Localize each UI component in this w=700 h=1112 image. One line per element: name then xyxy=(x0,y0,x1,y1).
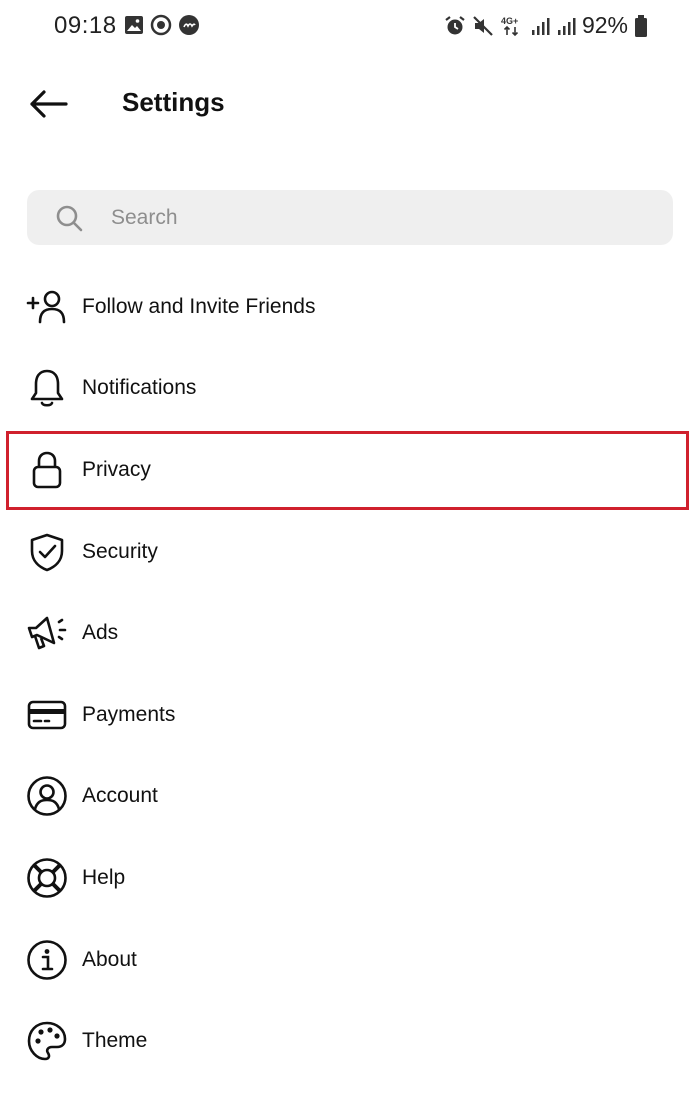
search-input[interactable] xyxy=(109,204,633,231)
menu-item-label: About xyxy=(82,947,137,971)
menu-item-security[interactable]: Security xyxy=(0,511,700,593)
menu-item-follow-invite-friends[interactable]: Follow and Invite Friends xyxy=(0,266,700,348)
menu-item-label: Privacy xyxy=(82,457,151,481)
status-bar: 09:18 4G+ 92% xyxy=(0,0,700,56)
battery-percentage: 92% xyxy=(581,12,628,38)
menu-item-theme[interactable]: Theme xyxy=(0,1000,700,1082)
status-left-icons xyxy=(124,14,200,36)
menu-item-ads[interactable]: Ads xyxy=(0,592,700,674)
menu-item-label: Theme xyxy=(82,1029,148,1053)
mute-icon xyxy=(472,15,494,37)
bell-icon xyxy=(26,367,68,409)
settings-menu: Follow and Invite Friends Notifications … xyxy=(0,266,700,1082)
shield-check-icon xyxy=(26,531,68,573)
lock-icon xyxy=(26,449,68,491)
menu-item-label: Payments xyxy=(82,702,176,726)
lifebuoy-icon xyxy=(26,857,68,899)
menu-item-privacy[interactable]: Privacy xyxy=(0,429,700,511)
status-right-icons: 4G+ 92% xyxy=(444,12,648,39)
signal-icon xyxy=(556,16,576,36)
arrow-left-icon xyxy=(28,89,68,119)
svg-text:4G+: 4G+ xyxy=(501,16,518,26)
4g-icon: 4G+ xyxy=(500,14,524,38)
user-circle-icon xyxy=(26,775,68,817)
alarm-icon xyxy=(444,15,466,37)
menu-item-account[interactable]: Account xyxy=(0,756,700,838)
menu-item-about[interactable]: About xyxy=(0,919,700,1001)
search-icon xyxy=(55,204,83,232)
image-icon xyxy=(124,15,144,35)
info-icon xyxy=(26,939,68,981)
page-title: Settings xyxy=(122,87,225,117)
signal-icon xyxy=(530,16,550,36)
notification-badge-icon xyxy=(178,14,200,36)
palette-icon xyxy=(26,1020,68,1062)
menu-item-label: Notifications xyxy=(82,376,197,400)
menu-item-help[interactable]: Help xyxy=(0,837,700,919)
add-person-icon xyxy=(26,286,68,328)
battery-icon xyxy=(634,14,648,37)
credit-card-icon xyxy=(26,694,68,736)
status-time: 09:18 xyxy=(54,12,117,39)
megaphone-icon xyxy=(26,612,68,654)
search-bar[interactable] xyxy=(27,190,673,245)
menu-item-notifications[interactable]: Notifications xyxy=(0,348,700,430)
menu-item-label: Help xyxy=(82,865,126,889)
sync-icon xyxy=(150,14,172,36)
menu-item-label: Account xyxy=(82,784,158,808)
menu-item-label: Ads xyxy=(82,621,119,645)
menu-item-label: Follow and Invite Friends xyxy=(82,294,316,318)
header: Settings xyxy=(0,70,700,140)
menu-item-label: Security xyxy=(82,539,158,563)
menu-item-payments[interactable]: Payments xyxy=(0,674,700,756)
back-button[interactable] xyxy=(26,86,70,122)
